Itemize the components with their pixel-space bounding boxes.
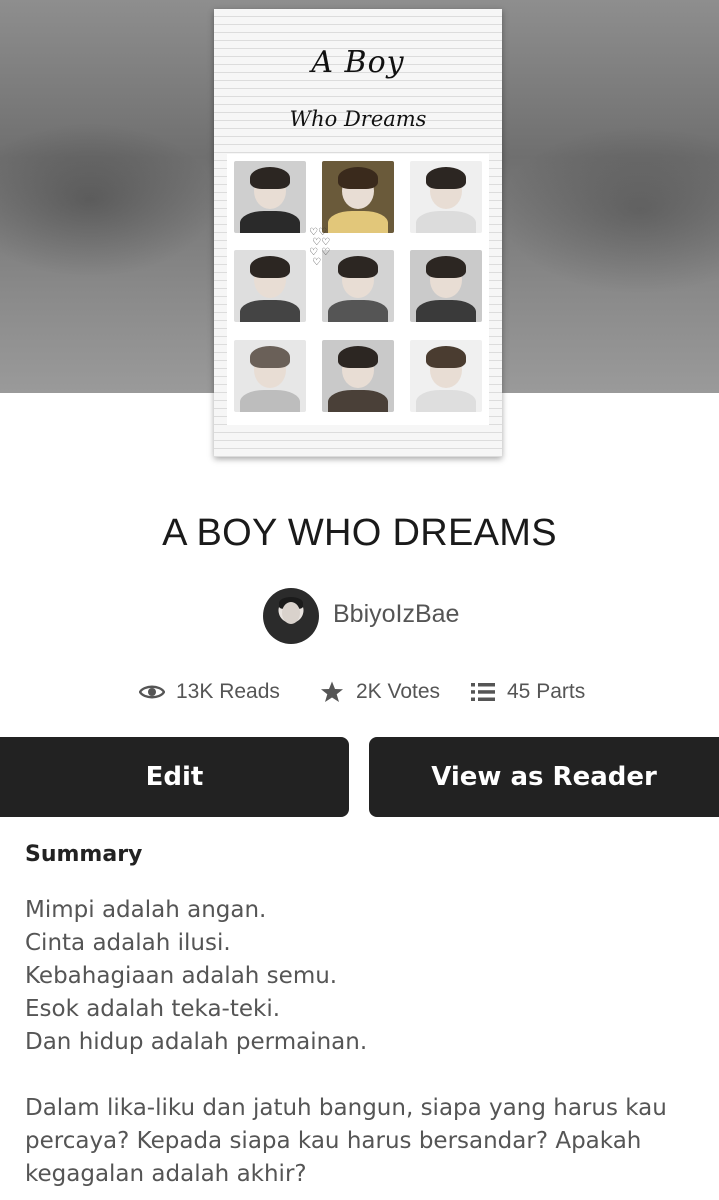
cover-photo [234, 340, 306, 412]
story-title: A BOY WHO DREAMS [162, 512, 557, 554]
summary-paragraph: Dalam lika-liku dan jatuh bangun, siapa … [25, 1095, 667, 1187]
votes-count: 2K Votes [356, 680, 441, 703]
cover-photo-grid: ♡♡ ♡♡ ♡ ♡ ♡ [227, 154, 489, 425]
summary-line: Dan hidup adalah permainan. [25, 1029, 368, 1055]
summary-line: Kebahagiaan adalah semu. [25, 963, 338, 989]
eye-icon [138, 678, 166, 706]
story-stats: 13K Reads 2K Votes 45 Parts [0, 676, 719, 708]
stat-votes: 2K Votes [318, 676, 440, 708]
cover-photo [234, 161, 306, 233]
star-icon [318, 678, 346, 706]
reads-count: 13K Reads [176, 680, 280, 703]
view-as-reader-button[interactable]: View as Reader [369, 737, 719, 817]
author-avatar[interactable] [263, 588, 319, 644]
cover-photo [410, 161, 482, 233]
stat-reads: 13K Reads [138, 676, 280, 708]
summary-line: Esok adalah teka-teki. [25, 996, 281, 1022]
list-icon [469, 678, 497, 706]
cover-photo [322, 161, 394, 233]
summary-line: Cinta adalah ilusi. [25, 930, 231, 956]
cover-photo [234, 250, 306, 322]
stat-parts: 45 Parts [469, 676, 585, 708]
cover-title: A Boy [311, 45, 405, 80]
summary-heading: Summary [25, 842, 143, 867]
parts-count: 45 Parts [507, 680, 586, 703]
summary-body: Mimpi adalah angan. Cinta adalah ilusi. … [25, 894, 705, 1191]
hearts-doodle-icon: ♡♡ ♡♡ ♡ ♡ ♡ [309, 227, 331, 268]
author-name[interactable]: BbiyoIzBae [333, 600, 459, 629]
cover-subtitle: Who Dreams [289, 107, 427, 131]
book-cover: A Boy Who Dreams ♡♡ ♡♡ ♡ ♡ ♡ [214, 9, 502, 457]
cover-photo [410, 340, 482, 412]
edit-button[interactable]: Edit [0, 737, 349, 817]
cover-photo [410, 250, 482, 322]
summary-line: Mimpi adalah angan. [25, 897, 267, 923]
cover-photo [322, 340, 394, 412]
